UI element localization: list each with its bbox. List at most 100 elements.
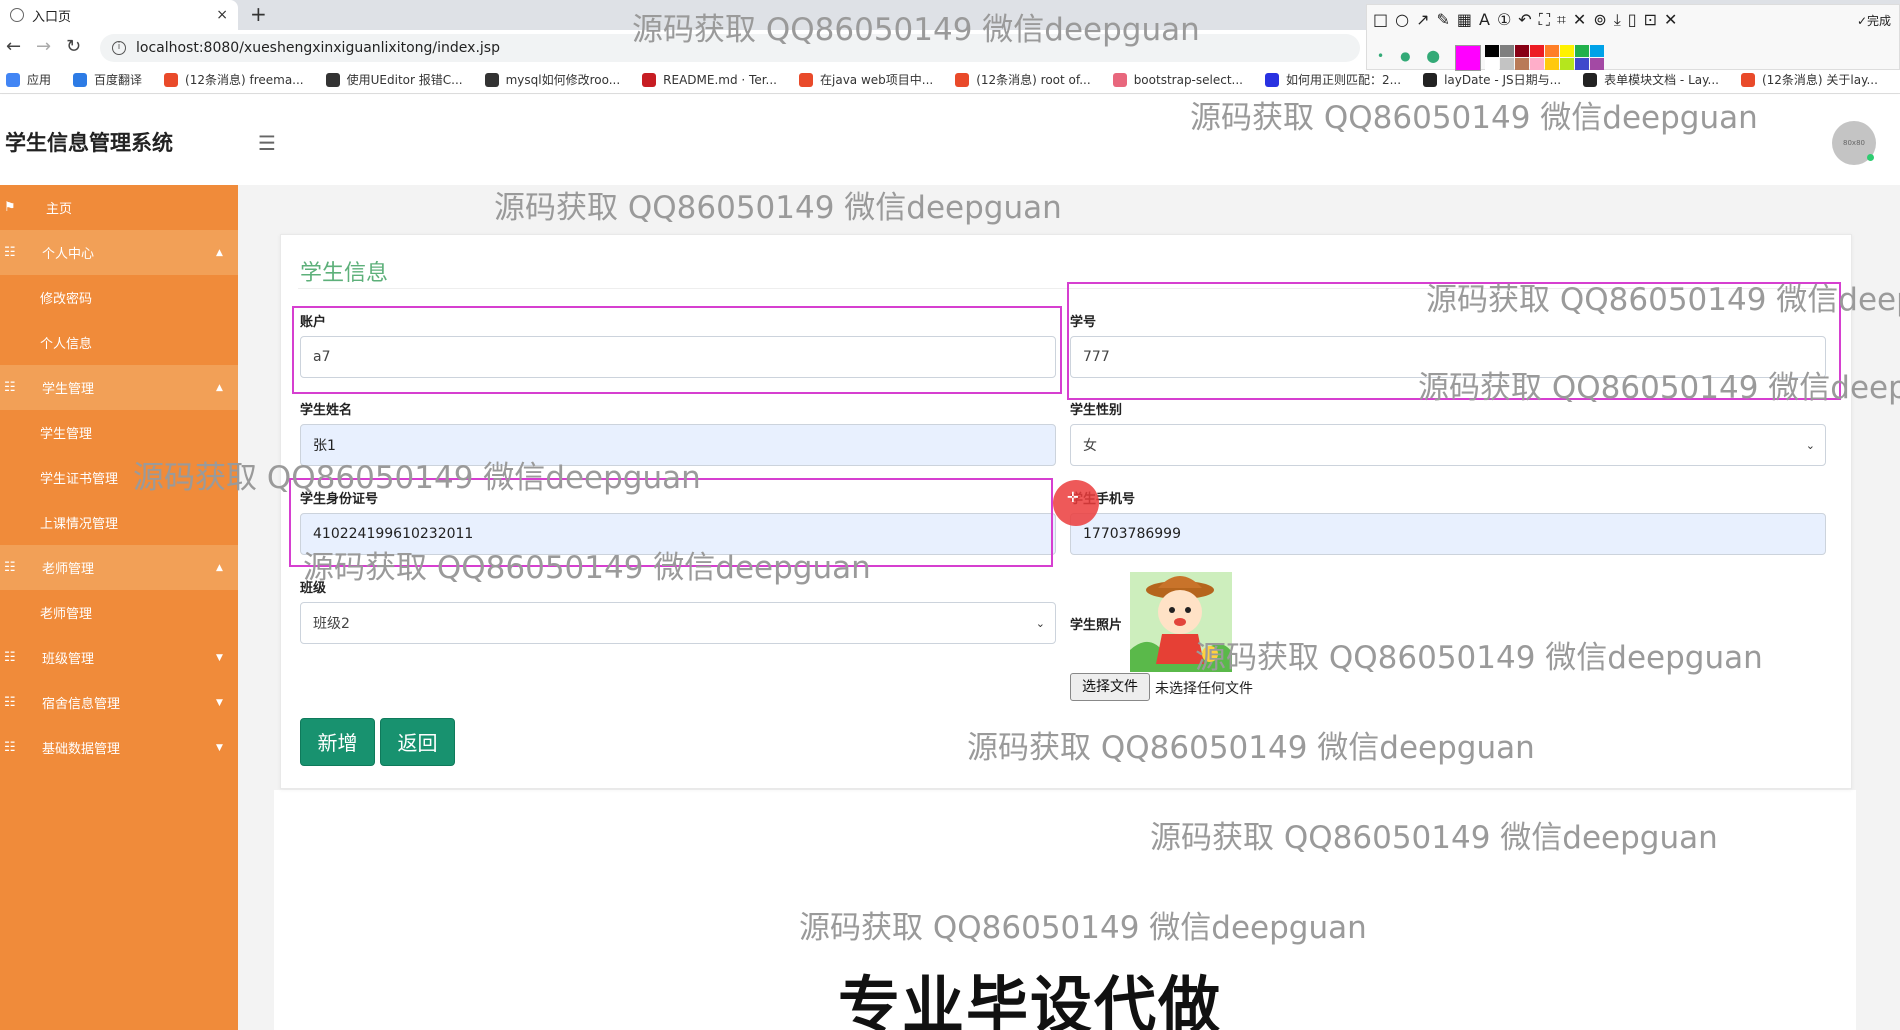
new-tab-button[interactable]: +: [250, 2, 267, 26]
grid-icon: ☷: [4, 695, 16, 710]
bookmark-item[interactable]: 应用: [6, 71, 51, 88]
sidebar-item-class-mgmt[interactable]: ☷ 班级管理 ▼: [0, 635, 238, 680]
pen-size-icons[interactable]: •●⬤: [1377, 49, 1456, 63]
bookmark-label: (12条消息) freema...: [185, 73, 304, 87]
avatar-placeholder-text: 80x80: [1843, 139, 1865, 147]
color-swatch[interactable]: [1575, 45, 1589, 57]
sidebar-item-label: 老师管理: [42, 562, 95, 577]
github-icon: [325, 72, 340, 87]
bookmark-item[interactable]: (12条消息) root of...: [955, 71, 1091, 88]
sidebar-item-student-mgmt[interactable]: 学生管理: [0, 410, 238, 455]
sidebar-item-change-password[interactable]: 修改密码: [0, 275, 238, 320]
sidebar-item-teacher-group[interactable]: ☷ 老师管理 ▲: [0, 545, 238, 590]
bookmark-label: 使用UEditor 报错C...: [346, 73, 463, 87]
sidebar-item-label: 宿舍信息管理: [42, 697, 121, 712]
bookmark-label: 在java web项目中...: [820, 73, 934, 87]
color-swatch[interactable]: [1530, 45, 1544, 57]
bookmark-item[interactable]: mysql如何修改roo...: [484, 71, 620, 88]
screen: { "browser": { "tab_title": "入口页", "tab_…: [0, 0, 1900, 1030]
apps-icon: [6, 72, 20, 87]
bookmark-item[interactable]: (12条消息) 关于lay...: [1740, 71, 1878, 88]
sidebar-item-dorm-mgmt[interactable]: ☷ 宿舍信息管理 ▼: [0, 680, 238, 725]
color-swatch[interactable]: [1515, 58, 1529, 70]
color-swatch[interactable]: [1560, 58, 1574, 70]
tab-title: 入口页: [32, 9, 72, 25]
grid-icon: ☷: [4, 245, 16, 260]
layui-icon: [1583, 72, 1598, 87]
site-info-icon[interactable]: i: [112, 41, 126, 55]
chevron-down-icon: ▼: [216, 742, 223, 753]
user-avatar[interactable]: 80x80: [1832, 121, 1876, 165]
bookmark-label: 如何用正则匹配：2...: [1285, 73, 1402, 87]
back-button[interactable]: 返回: [380, 718, 455, 766]
add-button[interactable]: 新增: [300, 718, 375, 766]
bookmark-item[interactable]: layDate - JS日期与...: [1423, 71, 1561, 88]
color-swatch[interactable]: [1545, 58, 1559, 70]
choose-file-button[interactable]: 选择文件: [1070, 673, 1150, 701]
watermark: 源码获取 QQ86050149 微信deepg: [1426, 282, 1900, 318]
sidebar-item-personal-info[interactable]: 个人信息: [0, 320, 238, 365]
gender-select[interactable]: 女 ⌄: [1070, 424, 1826, 466]
chevron-down-icon: ▼: [216, 697, 223, 708]
watermark: 源码获取 QQ86050149 微信deepguan: [967, 730, 1535, 766]
csdn-icon: [799, 72, 813, 87]
color-swatch[interactable]: [1500, 45, 1514, 57]
sidebar-item-teacher-mgmt[interactable]: 老师管理: [0, 590, 238, 635]
name-label: 学生姓名: [300, 403, 353, 418]
color-swatch[interactable]: [1545, 45, 1559, 57]
bookmark-label: 应用: [27, 73, 52, 87]
sidebar: ⚑ 主页 ☷ 个人中心 ▲ 修改密码 个人信息 ☷ 学生管理 ▲ 学生管理 学生…: [0, 185, 238, 1030]
bookmark-item[interactable]: 百度翻译: [73, 71, 142, 88]
color-swatch[interactable]: [1575, 58, 1589, 70]
bookmark-label: (12条消息) 关于lay...: [1761, 73, 1878, 87]
chevron-up-icon: ▲: [216, 247, 223, 258]
color-swatch[interactable]: [1485, 45, 1499, 57]
color-swatch[interactable]: [1485, 58, 1499, 70]
sidebar-item-basic-data[interactable]: ☷ 基础数据管理 ▼: [0, 725, 238, 770]
back-icon[interactable]: ←: [6, 36, 21, 57]
url-text: localhost:8080/xueshengxinxiguanlixitong…: [136, 40, 500, 56]
watermark: 源码获取 QQ86050149 微信deepguan: [1190, 100, 1758, 136]
color-swatch[interactable]: [1590, 45, 1604, 57]
phone-field[interactable]: 17703786999: [1070, 513, 1826, 555]
watermark: 源码获取 QQ86050149 微信deepguan: [1195, 640, 1763, 676]
sidebar-item-home[interactable]: ⚑ 主页: [0, 185, 238, 230]
layui-icon: [1423, 72, 1438, 87]
color-swatch[interactable]: [1590, 58, 1604, 70]
watermark: 源码获取 QQ86050149 微信deepguan: [133, 460, 701, 496]
csdn-icon: [1740, 72, 1755, 87]
sidebar-item-class-attendance[interactable]: 上课情况管理: [0, 500, 238, 545]
color-swatch[interactable]: [1515, 45, 1529, 57]
color-swatch[interactable]: [1530, 58, 1544, 70]
color-swatch[interactable]: [1560, 45, 1574, 57]
bookmark-item[interactable]: 使用UEditor 报错C...: [325, 71, 463, 88]
bookmark-item[interactable]: README.md · Ter...: [642, 72, 777, 87]
sidebar-item-label: 学生管理: [40, 427, 93, 442]
watermark: 源码获取 QQ86050149 微信deepguan: [303, 550, 871, 586]
baidu-icon: [1264, 72, 1279, 87]
class-select[interactable]: 班级2 ⌄: [300, 602, 1056, 644]
forward-icon[interactable]: →: [36, 36, 51, 57]
bookmark-item[interactable]: 表单模块文档 - Lay...: [1583, 71, 1719, 88]
chevron-down-icon: ⌄: [1805, 438, 1815, 452]
current-color-swatch[interactable]: [1455, 45, 1481, 71]
sidebar-item-label: 学生证书管理: [40, 472, 119, 487]
watermark: 源码获取 QQ86050149 微信deepguan: [494, 190, 1062, 226]
bookmark-item[interactable]: 如何用正则匹配：2...: [1264, 71, 1402, 88]
hamburger-menu-icon[interactable]: ☰: [258, 131, 276, 155]
browser-tab[interactable]: 入口页 ×: [0, 0, 238, 30]
snip-tools-icons[interactable]: □○↗✎▦A①↶⛶⌗✕⊚⤓▯⊡✕: [1373, 10, 1684, 30]
bookmark-item[interactable]: bootstrap-select...: [1112, 72, 1243, 87]
color-swatch[interactable]: [1500, 58, 1514, 70]
reload-icon[interactable]: ↻: [66, 36, 81, 57]
snip-done-button[interactable]: ✓完成: [1857, 12, 1891, 29]
color-palette[interactable]: [1485, 45, 1604, 70]
chevron-up-icon: ▲: [216, 562, 223, 573]
bookmark-item[interactable]: (12条消息) freema...: [164, 71, 304, 88]
sidebar-item-student-group[interactable]: ☷ 学生管理 ▲: [0, 365, 238, 410]
sidebar-item-personal-center[interactable]: ☷ 个人中心 ▲: [0, 230, 238, 275]
tab-close-icon[interactable]: ×: [216, 7, 228, 23]
bookmark-item[interactable]: 在java web项目中...: [799, 71, 933, 88]
cursor-pointer-marker: [1053, 480, 1099, 526]
sidebar-item-label: 修改密码: [40, 292, 93, 307]
